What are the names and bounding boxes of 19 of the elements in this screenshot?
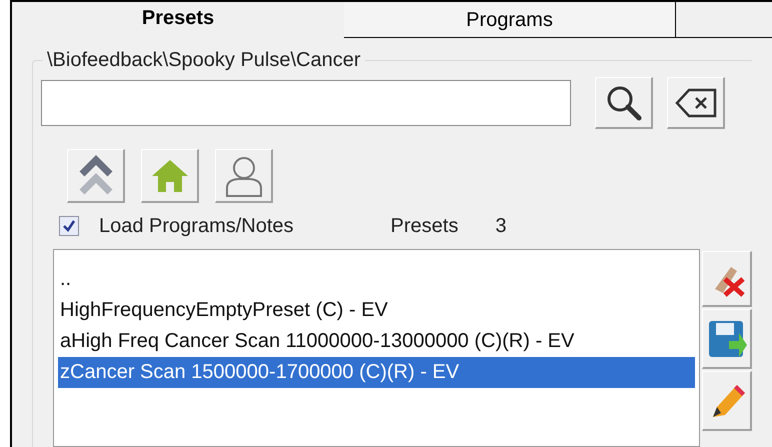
tab[interactable]: Programs	[344, 2, 676, 38]
edit-button[interactable]	[702, 371, 752, 431]
presets-label: Presets	[390, 214, 458, 239]
search-button[interactable]	[595, 77, 653, 129]
backspace-icon	[674, 88, 716, 118]
user-button[interactable]	[215, 149, 273, 203]
presets-count: 3	[495, 214, 506, 239]
list-item[interactable]: zCancer Scan 1500000-1700000 (C)(R) - EV	[58, 357, 695, 388]
delete-button[interactable]	[702, 251, 752, 307]
checkbox-label: Load Programs/Notes	[99, 214, 294, 239]
save-button[interactable]	[702, 309, 752, 369]
search-field[interactable]	[41, 80, 571, 126]
list-item[interactable]: aHigh Freq Cancer Scan 11000000-13000000 (C)(R) - EV	[58, 326, 695, 357]
home-button[interactable]	[141, 149, 199, 203]
checkbox[interactable]	[59, 216, 79, 236]
clear-button[interactable]	[667, 77, 725, 129]
list-item[interactable]: HighFrequencyEmptyPreset (C) - EV	[58, 295, 695, 326]
up-button[interactable]	[67, 149, 125, 203]
list-item[interactable]: ..	[58, 264, 695, 295]
